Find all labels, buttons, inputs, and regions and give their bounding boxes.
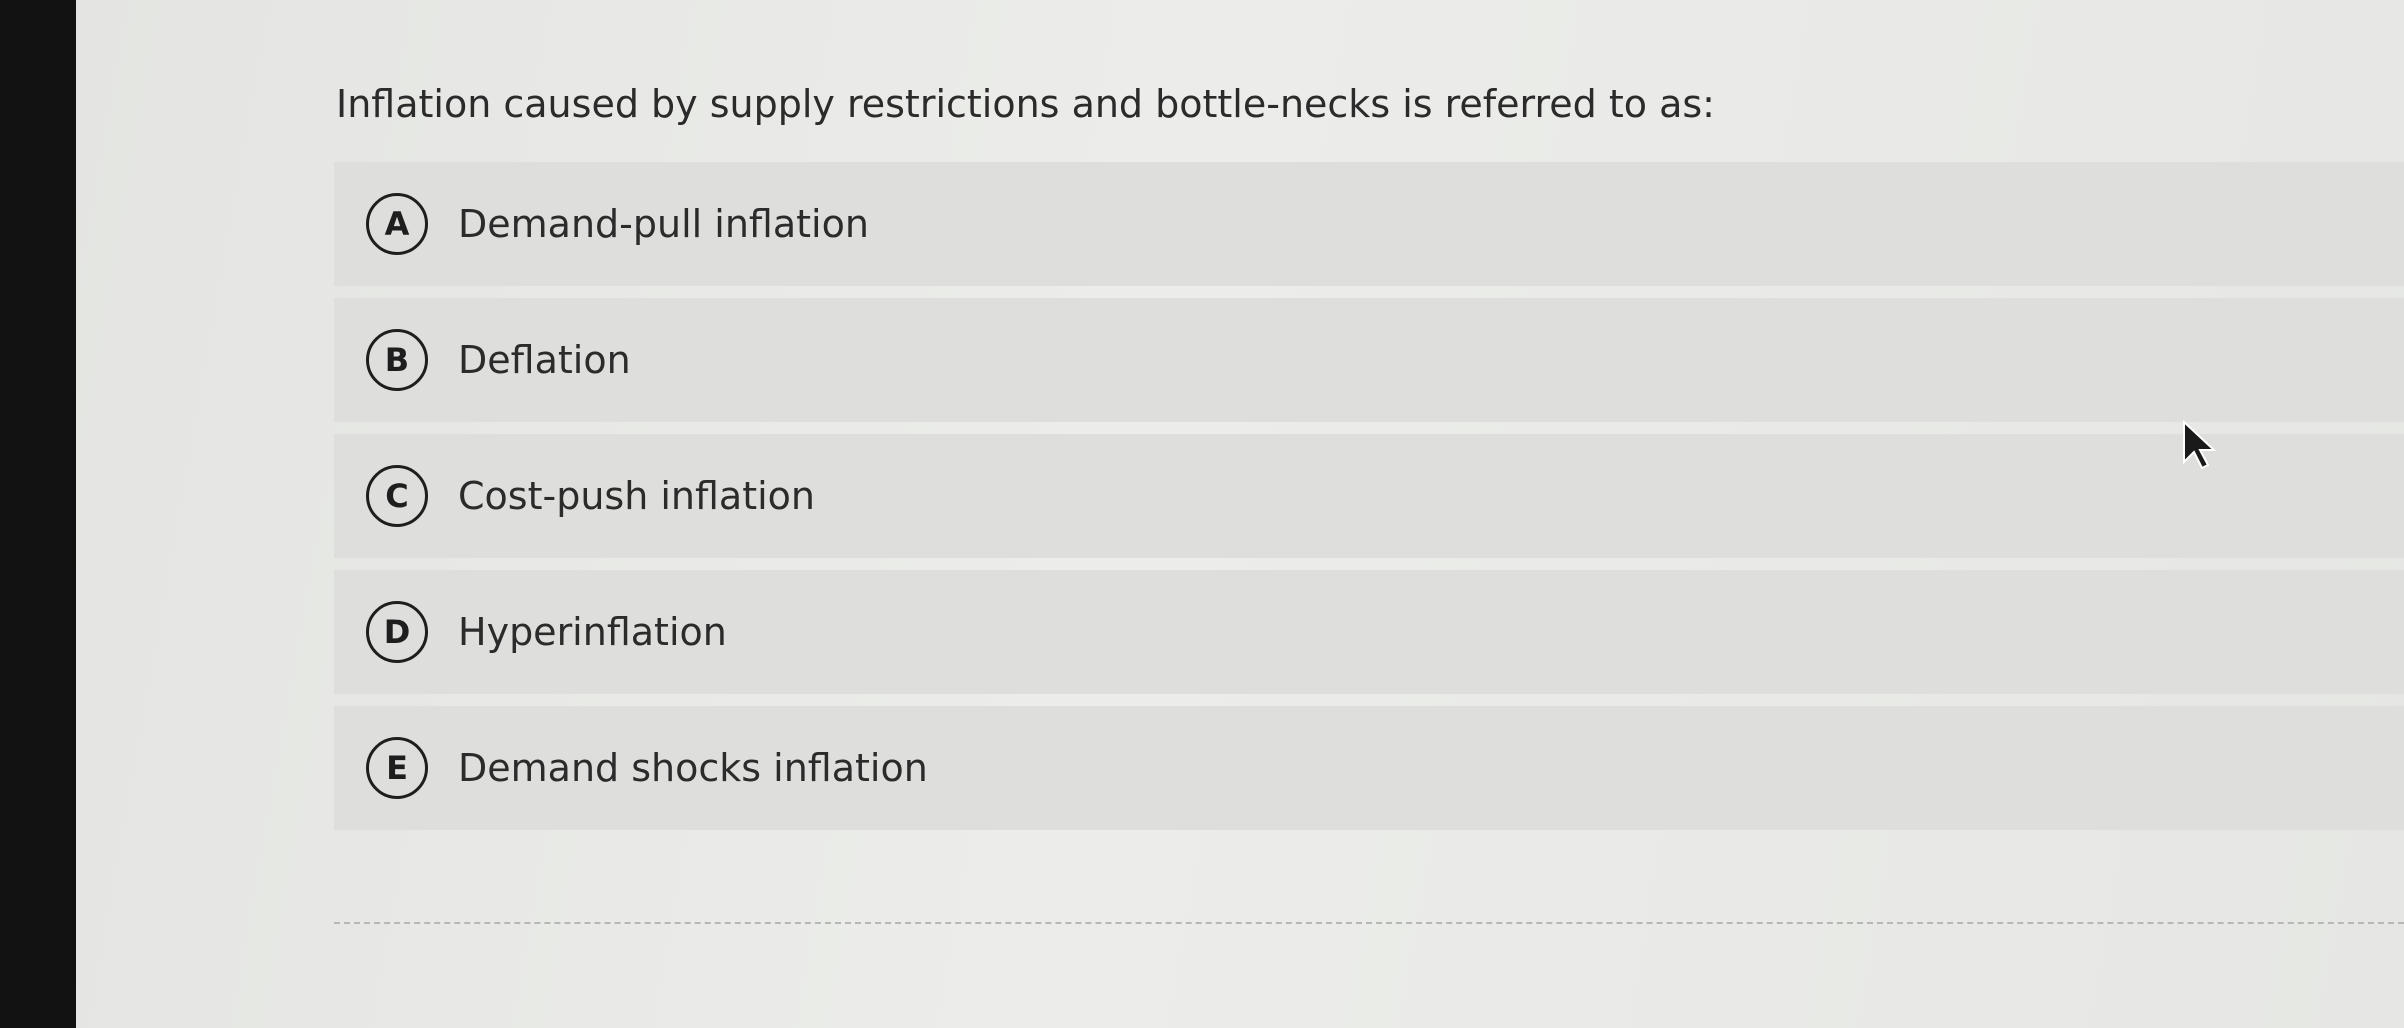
option-c-letter-badge: C <box>366 465 428 527</box>
option-b-label: Deflation <box>458 338 631 382</box>
section-divider <box>334 922 2404 924</box>
option-e-letter-badge: E <box>366 737 428 799</box>
option-d-letter-badge: D <box>366 601 428 663</box>
option-e[interactable]: E Demand shocks inflation <box>334 706 2404 830</box>
question-text: Inflation caused by supply restrictions … <box>336 82 1715 126</box>
mouse-pointer-icon <box>2183 420 2217 470</box>
option-e-label: Demand shocks inflation <box>458 746 928 790</box>
option-a-letter-badge: A <box>366 193 428 255</box>
option-a[interactable]: A Demand-pull inflation <box>334 162 2404 286</box>
monitor-bezel <box>0 0 76 1028</box>
option-c[interactable]: C Cost-push inflation <box>334 434 2404 558</box>
option-d-label: Hyperinflation <box>458 610 727 654</box>
option-a-label: Demand-pull inflation <box>458 202 869 246</box>
answer-options: A Demand-pull inflation B Deflation C Co… <box>334 162 2404 842</box>
option-d[interactable]: D Hyperinflation <box>334 570 2404 694</box>
option-b-letter-badge: B <box>366 329 428 391</box>
option-b[interactable]: B Deflation <box>334 298 2404 422</box>
option-c-label: Cost-push inflation <box>458 474 816 518</box>
